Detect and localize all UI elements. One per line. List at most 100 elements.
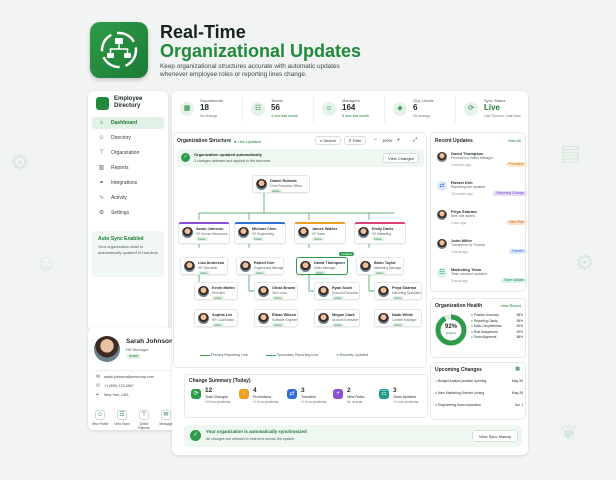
- org-node-level3-updated[interactable]: David Thompson Sales Manager Active: [296, 257, 348, 275]
- node-name: Megan Clark: [332, 313, 355, 317]
- upcoming-dot: ●: [435, 379, 438, 383]
- profile-email[interactable]: sarah.johnson@acmecorp.com: [104, 375, 154, 379]
- sidebar-item-label: Dashboard: [111, 120, 138, 126]
- org-node-level4[interactable]: Olivia Brown Tech Lead Active: [254, 282, 298, 300]
- avatar: [182, 227, 193, 238]
- view-sync-history-button[interactable]: View Sync History: [472, 430, 518, 442]
- summary-value: 4: [253, 387, 257, 394]
- sidebar-item-activity[interactable]: ∿ Activity: [92, 192, 164, 204]
- stat-value: 164: [342, 103, 356, 112]
- health-score: 92%: [444, 324, 457, 330]
- node-name: Emily Davis: [372, 227, 394, 231]
- auto-sync-title: Auto Sync Enabled: [98, 236, 144, 242]
- summary-sub: +1 from yesterday: [393, 400, 419, 404]
- summary-value: 2: [347, 387, 351, 394]
- org-node-level4[interactable]: Kevin Martin Recruiter Active: [194, 282, 238, 300]
- recent-update-item[interactable]: ⇄ Robert Kim Reporting line updated 15 minu…: [435, 179, 527, 201]
- node-badge: Active: [314, 271, 326, 275]
- org-updates-logo-icon: [90, 22, 148, 78]
- node-role: Sales Manager: [314, 266, 336, 270]
- node-name: David Thompson: [314, 261, 345, 265]
- org-node-level2[interactable]: Michael Chen VP Engineering Active: [234, 222, 286, 244]
- upcoming-item[interactable]: ● Budget Analyst position opening May 26: [435, 379, 523, 389]
- health-donut-arc: [435, 314, 467, 346]
- metric-label: Reporting Clarity: [473, 318, 498, 323]
- upcoming-item[interactable]: ● New Marketing Director joining May 28: [435, 391, 523, 401]
- stat-managers: ☺ Managers 164 8 new this month: [316, 95, 385, 123]
- view-all-link[interactable]: View All: [508, 139, 521, 143]
- update-desc: Team structure updated: [451, 272, 487, 276]
- building-icon: ▦: [180, 102, 194, 116]
- sidebar-item-organization[interactable]: ⊤ Organization: [92, 147, 164, 159]
- summary-new-roles: +2 New Roles No change: [333, 387, 373, 411]
- node-name: Daniel Roberts: [270, 179, 297, 183]
- metric-label: Position Accuracy: [473, 313, 499, 317]
- metric-label: Data Completeness: [473, 324, 502, 329]
- view-report-link[interactable]: View Report: [500, 304, 521, 308]
- view-team-button[interactable]: ☷ View Team: [112, 410, 132, 426]
- node-name: Sarah Johnson: [196, 227, 224, 231]
- recent-update-item[interactable]: John Miller Transferred to Finance 2 hours…: [435, 237, 527, 259]
- health-metrics: ● Position Accuracy 98% ● Reporting Clari…: [471, 313, 523, 341]
- direct-reports-label: Direct Reports: [138, 422, 150, 430]
- sidebar-item-integrations[interactable]: ⚭ Integrations: [92, 177, 164, 189]
- metric-value: 88%: [516, 335, 523, 340]
- org-node-level4[interactable]: Ryan Scott Account Executive Active: [314, 282, 360, 300]
- shield-check-icon: ✓: [190, 430, 201, 441]
- chart-icon: ▥: [98, 164, 105, 171]
- stat-org-levels: ◈ Org. Levels 6 No change: [387, 95, 456, 123]
- recent-update-item[interactable]: David Thompson Promoted to Sales Manager 2…: [435, 150, 527, 172]
- org-node-level4[interactable]: Priya Sharma Marketing Specialist Active: [374, 282, 422, 300]
- promotion-icon: ↑: [239, 389, 249, 399]
- org-node-level5[interactable]: Megan Clark Account Executive Active: [314, 309, 360, 327]
- node-role: HR Coordinator: [212, 318, 235, 322]
- stat-value: Live: [484, 103, 501, 112]
- sidebar-item-settings[interactable]: ⚙ Settings: [92, 207, 164, 219]
- background-leaf-icon: ❦: [560, 420, 579, 445]
- org-node-level2[interactable]: Emily Davis VP Marketing Active: [354, 222, 406, 244]
- node-role: Chief Executive Officer: [270, 184, 303, 188]
- home-icon: ⌂: [99, 119, 104, 126]
- org-node-level5[interactable]: Sophia Lee HR Coordinator Active: [194, 309, 238, 327]
- upcoming-dot: ●: [435, 403, 438, 407]
- view-profile-button[interactable]: ☺ View Profile: [90, 410, 110, 426]
- org-node-level2[interactable]: James Walker VP Sales Active: [294, 222, 346, 244]
- recent-updates-title: Recent Updates: [435, 138, 473, 144]
- update-desc: Transferred to Finance: [451, 243, 486, 247]
- upcoming-item[interactable]: ● Engineering team expansion Jun 1: [435, 403, 523, 413]
- node-badge: Active: [372, 237, 384, 241]
- avatar: [238, 227, 249, 238]
- org-node-level3[interactable]: Robert Kim Engineering Manager Active: [236, 257, 284, 275]
- sync-footer-desc: All changes are reflected in real-time a…: [206, 437, 296, 441]
- recent-update-item[interactable]: Priya Sharma New role added 1 hour ago New …: [435, 208, 527, 230]
- org-node-level5[interactable]: Ethan Wilson Software Engineer Active: [254, 309, 298, 327]
- org-node-root[interactable]: Daniel Roberts Chief Executive Officer Act…: [252, 175, 310, 193]
- org-node-level2[interactable]: Sarah Johnson VP Human Resources Active: [178, 222, 230, 244]
- sidebar-item-reports[interactable]: ▥ Reports: [92, 162, 164, 174]
- org-node-level3[interactable]: Brian Taylor Marketing Manager Active: [356, 257, 404, 275]
- direct-reports-button[interactable]: ⊤ Direct Reports: [134, 410, 154, 430]
- avatar: [360, 261, 371, 272]
- summary-sub: +1 from yesterday: [253, 400, 279, 404]
- avatar: [256, 179, 267, 190]
- org-node-level3[interactable]: Lisa Anderson HR Specialist Active: [180, 257, 228, 275]
- message-icon: ✉: [161, 410, 171, 420]
- upcoming-text: Engineering team expansion: [438, 403, 481, 407]
- manager-icon: ☺: [322, 102, 336, 116]
- recent-update-item[interactable]: ☷ Marketing Team Team structure updated 3 h…: [435, 266, 527, 288]
- avatar: [437, 210, 447, 220]
- avatar: [318, 286, 329, 297]
- background-gear-icon: ⚙: [575, 250, 595, 275]
- sidebar-item-directory[interactable]: ☺ Directory: [92, 132, 164, 144]
- upcoming-text: New Marketing Director joining: [438, 391, 485, 395]
- metric-label: Team Alignment: [473, 335, 497, 340]
- update-time: 3 hours ago: [451, 279, 468, 283]
- org-node-level5[interactable]: Noah White Content Manager Active: [374, 309, 422, 327]
- node-name: Noah White: [392, 313, 413, 317]
- node-role: VP Marketing: [372, 232, 392, 236]
- sidebar-item-dashboard[interactable]: ⌂ Dashboard: [92, 117, 164, 129]
- calendar-icon[interactable]: ▦: [515, 366, 520, 372]
- health-score-label: Healthy: [445, 331, 457, 335]
- stat-sub: 4 new this month: [271, 114, 299, 118]
- reporting-change-badge: Reporting Change: [493, 191, 527, 196]
